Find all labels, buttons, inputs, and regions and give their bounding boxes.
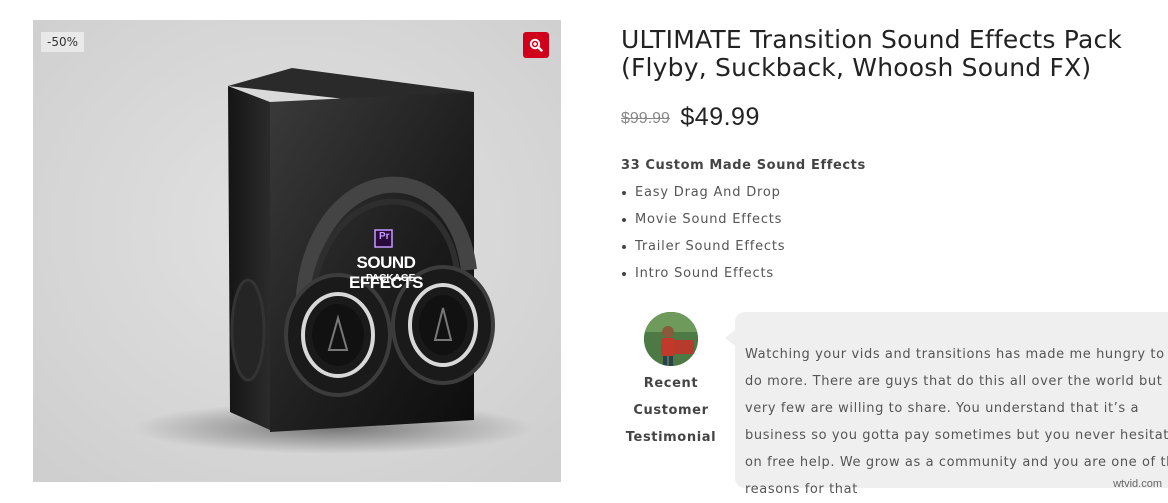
product-summary: ULTIMATE Transition Sound Effects Pack (… [621, 26, 1168, 282]
package-subtitle: PACKAGE [366, 273, 416, 284]
testimonial-label-line: Customer [633, 403, 709, 418]
testimonial-label: Recent Customer Testimonial [621, 370, 721, 451]
old-price: $99.99 [621, 110, 670, 127]
testimonial-author: Recent Customer Testimonial [621, 312, 721, 451]
customer-photo [644, 312, 698, 366]
testimonial-bubble: Watching your vids and transitions has m… [725, 312, 1168, 497]
product-title: ULTIMATE Transition Sound Effects Pack (… [621, 26, 1168, 82]
product-title-line2: (Flyby, Suckback, Whoosh Sound FX) [621, 53, 1092, 82]
feature-item: Intro Sound Effects [621, 265, 785, 292]
product-gallery: Pr SOUND EFFECTS PACKAGE -50% [33, 20, 561, 482]
sale-price: $49.99 [680, 103, 760, 131]
product-title-line1: ULTIMATE Transition Sound Effects Pack [621, 25, 1123, 54]
testimonial-label-line: Recent [643, 376, 699, 391]
features-heading: 33 Custom Made Sound Effects [621, 158, 866, 173]
premiere-logo-text: Pr [379, 231, 390, 242]
sale-badge: -50% [41, 32, 85, 52]
testimonial-label-line: Testimonial [625, 430, 717, 445]
zoom-in-icon [529, 38, 543, 52]
feature-item: Movie Sound Effects [621, 211, 785, 238]
zoom-button[interactable] [523, 32, 549, 58]
price: $99.99 $49.99 [621, 103, 760, 132]
product-image[interactable] [33, 20, 561, 482]
testimonial-quote: Watching your vids and transitions has m… [745, 347, 1168, 497]
feature-item: Easy Drag And Drop [621, 184, 785, 211]
feature-list: Easy Drag And Drop Movie Sound Effects T… [621, 184, 785, 292]
avatar [644, 312, 698, 366]
feature-item: Trailer Sound Effects [621, 238, 785, 265]
watermark: wtvid.com [1113, 478, 1162, 490]
